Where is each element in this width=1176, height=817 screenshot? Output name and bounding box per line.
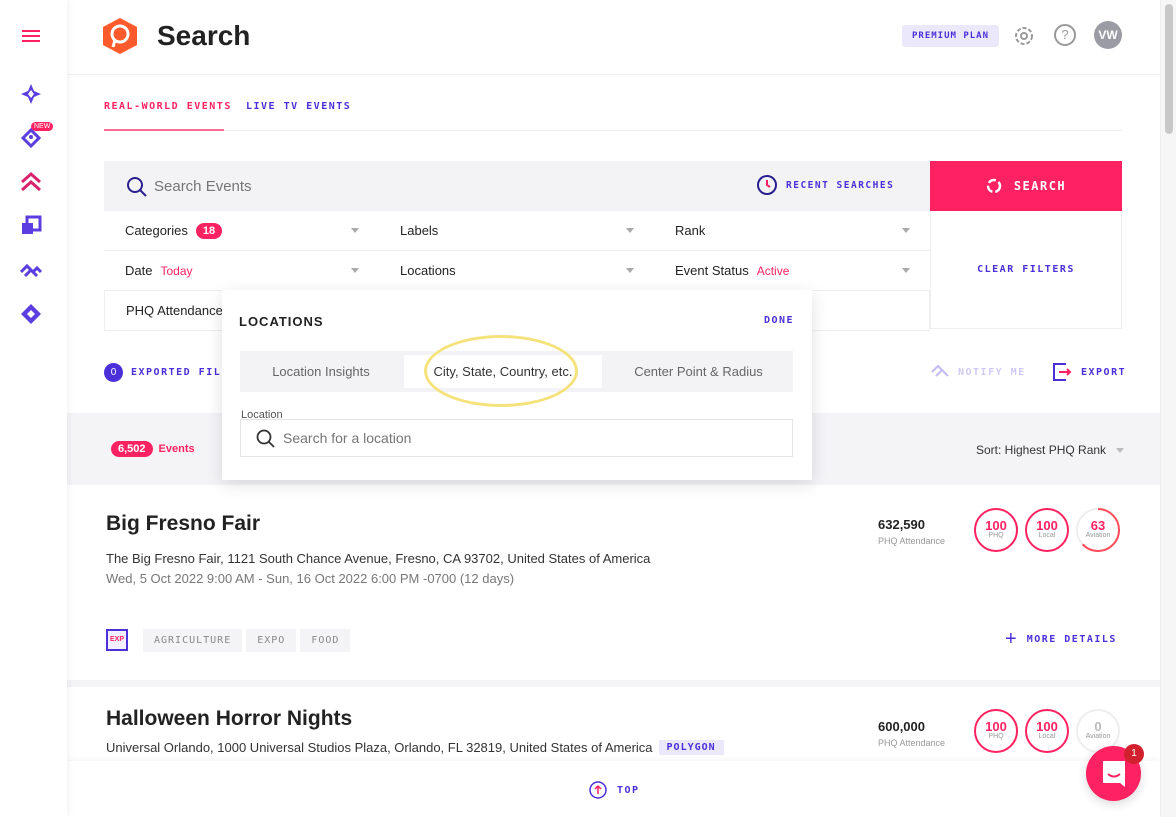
tab-center-point-radius[interactable]: Center Point & Radius: [604, 351, 793, 392]
plan-badge: PREMIUM PLAN: [902, 25, 1000, 47]
clear-filters-button[interactable]: CLEAR FILTERS: [930, 211, 1122, 329]
export-icon: [1053, 363, 1072, 381]
location-field[interactable]: [240, 419, 793, 457]
footer: TOP: [67, 761, 1160, 817]
results-count: 6,502 Events: [111, 441, 195, 457]
trends-icon[interactable]: [19, 258, 43, 282]
chat-count-badge: 1: [1124, 744, 1144, 764]
event-title[interactable]: Halloween Horror Nights: [106, 707, 352, 731]
tab-real-world-events[interactable]: REAL-WORLD EVENTS: [104, 101, 232, 112]
phq-rank: 100 PHQ: [974, 709, 1018, 753]
locations-filter[interactable]: Locations: [379, 251, 654, 291]
location-tabs: Location Insights City, State, Country, …: [240, 335, 793, 407]
recent-searches-button[interactable]: RECENT SEARCHES: [756, 174, 894, 196]
event-address: Universal Orlando, 1000 Universal Studio…: [106, 740, 724, 755]
event-dates: Wed, 5 Oct 2022 9:00 AM - Sun, 16 Oct 20…: [106, 571, 515, 586]
phq-rank: 100 PHQ: [974, 508, 1018, 552]
search-bar: RECENT SEARCHES: [104, 161, 930, 211]
insights-icon[interactable]: NEW: [19, 122, 54, 150]
event-card[interactable]: Big Fresno Fair The Big Fresno Fair, 112…: [67, 485, 1160, 680]
rank-icon[interactable]: [19, 170, 43, 194]
done-button[interactable]: DONE: [764, 315, 794, 326]
attendance-value: 600,000: [878, 719, 925, 734]
labels-filter[interactable]: Labels: [379, 211, 654, 251]
rank-filter[interactable]: Rank: [654, 211, 930, 251]
arrow-up-icon: [589, 781, 607, 799]
page-title: Search: [157, 20, 251, 51]
attendance-value: 632,590: [878, 517, 925, 532]
integrations-icon[interactable]: [19, 302, 43, 326]
refresh-icon: [986, 178, 1002, 194]
explore-icon[interactable]: [19, 82, 43, 106]
data-exporter-icon[interactable]: [19, 214, 43, 238]
expo-category-icon: EXP: [106, 629, 128, 651]
local-rank: 100 Local: [1025, 709, 1069, 753]
popup-title: LOCATIONS: [239, 314, 324, 329]
locations-popup: LOCATIONS DONE Location Insights City, S…: [222, 290, 812, 480]
sidebar: NEW: [0, 0, 67, 817]
clock-icon: [757, 175, 777, 195]
export-button[interactable]: EXPORT: [1052, 362, 1126, 382]
avatar[interactable]: VW: [1094, 21, 1122, 49]
exported-files-button[interactable]: 0 EXPORTED FILE: [104, 363, 229, 382]
search-icon: [127, 177, 147, 197]
settings-icon[interactable]: [1012, 24, 1036, 53]
menu-icon[interactable]: [19, 24, 43, 48]
help-icon[interactable]: ?: [1054, 24, 1076, 46]
event-card[interactable]: Halloween Horror Nights Universal Orland…: [67, 687, 1160, 761]
plus-icon: +: [1005, 628, 1017, 650]
search-icon: [256, 429, 275, 448]
tag: AGRICULTURE: [143, 629, 243, 652]
tag: EXPO: [246, 629, 297, 652]
event-address: The Big Fresno Fair, 1121 South Chance A…: [106, 551, 651, 566]
sort-dropdown[interactable]: Sort: Highest PHQ Rank: [976, 443, 1125, 457]
event-title[interactable]: Big Fresno Fair: [106, 512, 260, 536]
scrollbar-thumb[interactable]: [1165, 4, 1173, 134]
back-to-top-button[interactable]: TOP: [589, 781, 640, 799]
notify-icon: [931, 364, 949, 377]
main: Search PREMIUM PLAN ? VW REAL-WORLD EVEN…: [67, 0, 1160, 817]
aviation-rank: 63 Aviation: [1076, 508, 1120, 552]
highlight-ellipse: [424, 335, 578, 407]
more-details-button[interactable]: + MORE DETAILS: [1005, 628, 1117, 650]
local-rank: 100 Local: [1025, 508, 1069, 552]
search-button[interactable]: SEARCH: [930, 161, 1122, 211]
search-input[interactable]: [154, 174, 654, 198]
polygon-badge: POLYGON: [658, 740, 724, 755]
chat-icon: [1103, 761, 1125, 787]
location-search-input[interactable]: [283, 428, 763, 448]
tag: FOOD: [300, 629, 351, 652]
categories-filter[interactable]: Categories 18: [104, 211, 379, 251]
tab-live-tv-events[interactable]: LIVE TV EVENTS: [246, 101, 351, 112]
logo-icon: [103, 18, 137, 59]
tab-location-insights[interactable]: Location Insights: [240, 351, 402, 392]
scrollbar[interactable]: [1160, 0, 1176, 817]
date-filter[interactable]: Date Today: [104, 251, 379, 291]
event-status-filter[interactable]: Event Status Active: [654, 251, 930, 291]
event-tags: AGRICULTURE EXPO FOOD: [143, 629, 354, 652]
notify-me-button[interactable]: NOTIFY ME: [930, 363, 1026, 381]
chat-button[interactable]: 1: [1086, 744, 1144, 801]
new-badge: NEW: [31, 122, 54, 131]
